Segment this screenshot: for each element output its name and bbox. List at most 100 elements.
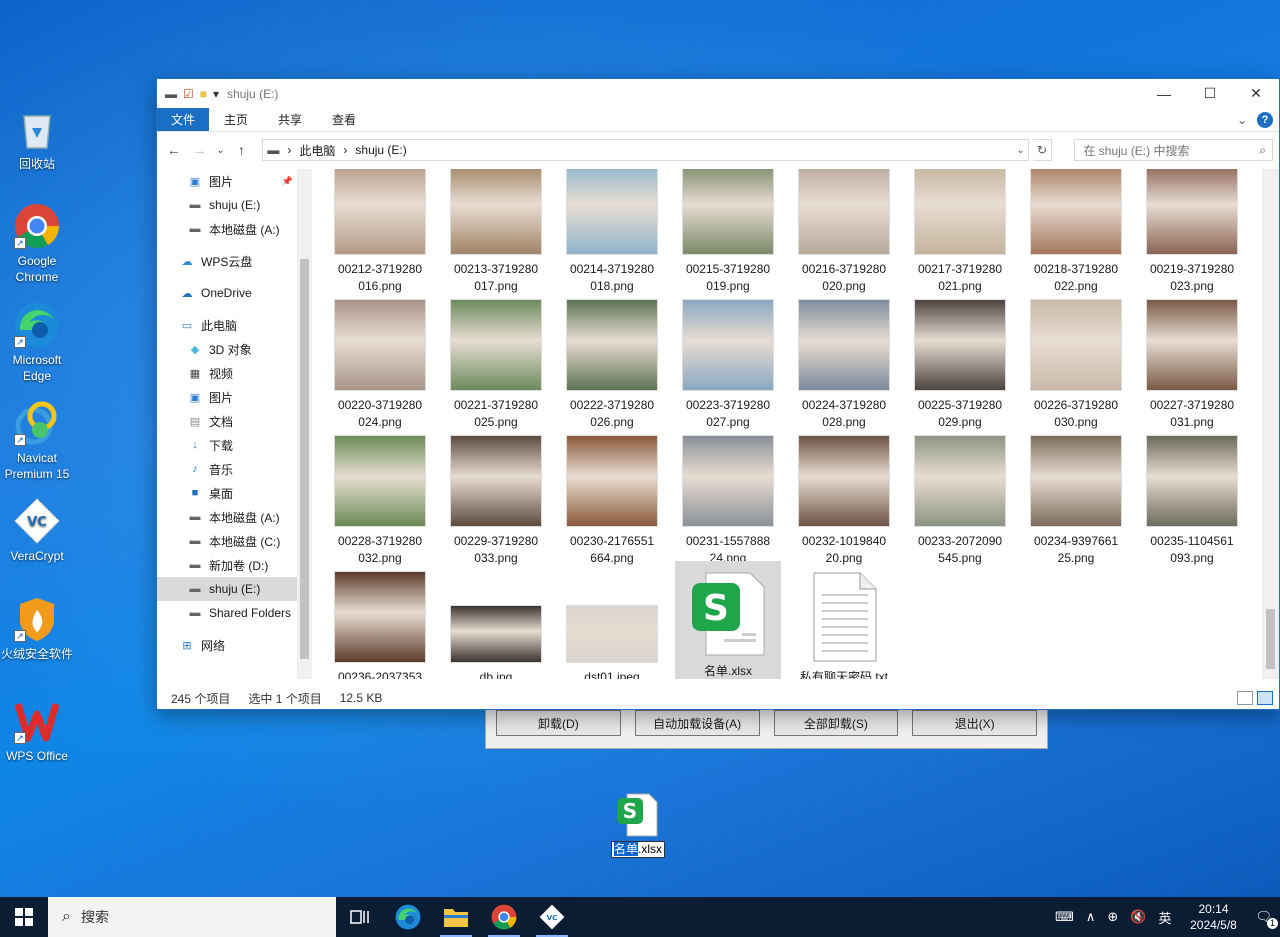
auto-mount-button[interactable]: 自动加载设备(A): [634, 710, 760, 736]
taskbar-file-explorer[interactable]: [432, 897, 480, 937]
breadcrumb-drive[interactable]: shuju (E:): [355, 143, 406, 157]
pin-icon[interactable]: 📌: [282, 176, 293, 187]
nav-item[interactable]: ▤ 文档: [157, 409, 297, 433]
file-item[interactable]: 00227-3719280 031.png: [1139, 299, 1245, 431]
task-view-button[interactable]: [336, 897, 384, 937]
file-item[interactable]: S 名单.xlsx: [675, 561, 781, 679]
file-item[interactable]: 00230-2176551 664.png: [559, 435, 665, 567]
nav-item[interactable]: ▬ 本地磁盘 (A:): [157, 505, 297, 529]
file-item[interactable]: 00212-3719280 016.png: [327, 169, 433, 295]
file-item[interactable]: 00214-3719280 018.png: [559, 169, 665, 295]
nav-item[interactable]: ▬ Shared Folders: [157, 601, 297, 625]
volume-muted-icon[interactable]: 🔇: [1130, 909, 1146, 925]
taskbar-search[interactable]: ⌕ 搜索: [48, 897, 336, 937]
nav-item[interactable]: ▬ 本地磁盘 (C:): [157, 529, 297, 553]
file-item[interactable]: 00232-1019840 20.png: [791, 435, 897, 567]
ime-indicator[interactable]: 英: [1158, 908, 1171, 927]
file-item[interactable]: 00217-3719280 021.png: [907, 169, 1013, 295]
forward-button[interactable]: →: [189, 139, 211, 161]
taskbar-edge[interactable]: [384, 897, 432, 937]
search-input[interactable]: 在 shuju (E:) 中搜索 ⌕: [1074, 139, 1273, 161]
exit-button[interactable]: 退出(X): [912, 710, 1037, 736]
back-button[interactable]: ←: [163, 139, 185, 161]
file-item[interactable]: 00213-3719280 017.png: [443, 169, 549, 295]
tab-view[interactable]: 查看: [317, 108, 371, 131]
file-item[interactable]: 00224-3719280 028.png: [791, 299, 897, 431]
desktop-icon-veracrypt[interactable]: VC VeraCrypt: [0, 498, 74, 564]
file-item[interactable]: 00215-3719280 019.png: [675, 169, 781, 295]
file-item[interactable]: 00229-3719280 033.png: [443, 435, 549, 567]
chevron-up-icon[interactable]: ∧: [1086, 909, 1096, 925]
nav-item[interactable]: ▭ 此电脑: [157, 313, 297, 337]
nav-item[interactable]: ▬ shuju (E:): [157, 577, 297, 601]
file-item[interactable]: dst01.jpeg: [559, 571, 665, 679]
file-item[interactable]: 00222-3719280 026.png: [559, 299, 665, 431]
nav-item[interactable]: ▣ 图片 📌: [157, 169, 297, 193]
file-item[interactable]: 私有聊天密码.txt: [791, 571, 897, 679]
refresh-button[interactable]: ↻: [1032, 139, 1053, 161]
tab-home[interactable]: 主页: [209, 108, 263, 131]
desktop-icon-recycle-bin[interactable]: 回收站: [0, 106, 74, 172]
chevron-down-icon[interactable]: ⌄: [1014, 145, 1028, 156]
nav-item[interactable]: ▬ 新加卷 (D:): [157, 553, 297, 577]
file-item[interactable]: 00235-1104561 093.png: [1139, 435, 1245, 567]
nav-item[interactable]: ▬ shuju (E:): [157, 193, 297, 217]
properties-icon[interactable]: ☑: [183, 87, 194, 101]
file-item[interactable]: 00226-3719280 030.png: [1023, 299, 1129, 431]
keyboard-icon[interactable]: ⌨: [1055, 909, 1074, 925]
chevron-down-icon[interactable]: ▾: [213, 87, 219, 101]
nav-item[interactable]: ■ 桌面: [157, 481, 297, 505]
nav-item[interactable]: ↓ 下载: [157, 433, 297, 457]
nav-scrollbar[interactable]: [297, 169, 312, 679]
file-rename-input[interactable]: 名单.xlsx: [610, 841, 665, 858]
content-scrollbar[interactable]: [1262, 169, 1279, 679]
start-button[interactable]: [0, 897, 48, 937]
clock[interactable]: 20:14 2024/5/8: [1183, 901, 1243, 933]
maximize-button[interactable]: ☐: [1187, 79, 1233, 108]
recent-locations-icon[interactable]: ⌄: [215, 139, 227, 161]
large-icons-view-icon[interactable]: [1257, 691, 1273, 705]
desktop-icon-chrome[interactable]: ↗ Google Chrome: [0, 203, 74, 285]
file-item[interactable]: 00234-9397661 25.png: [1023, 435, 1129, 567]
expand-ribbon-icon[interactable]: ⌄: [1237, 113, 1247, 127]
details-view-icon[interactable]: [1237, 691, 1253, 705]
nav-item[interactable]: ◆ 3D 对象: [157, 337, 297, 361]
scrollbar-thumb[interactable]: [1266, 609, 1275, 669]
file-item[interactable]: 00231-1557888 24.png: [675, 435, 781, 567]
nav-item[interactable]: ▣ 图片: [157, 385, 297, 409]
help-icon[interactable]: ?: [1257, 111, 1273, 128]
file-item[interactable]: 00219-3719280 023.png: [1139, 169, 1245, 295]
nav-item[interactable]: ♪ 音乐: [157, 457, 297, 481]
scrollbar-thumb[interactable]: [300, 259, 309, 659]
taskbar-chrome[interactable]: [480, 897, 528, 937]
file-item[interactable]: 00228-3719280 032.png: [327, 435, 433, 567]
file-item[interactable]: 00220-3719280 024.png: [327, 299, 433, 431]
desktop-icon-huorong[interactable]: ↗ 火绒安全软件: [0, 596, 74, 662]
file-item[interactable]: 00216-3719280 020.png: [791, 169, 897, 295]
tab-file[interactable]: 文件: [157, 108, 210, 131]
desktop-icon-edge[interactable]: ↗ Microsoft Edge: [0, 302, 74, 384]
nav-item[interactable]: ☁ WPS云盘: [157, 249, 297, 273]
up-button[interactable]: ↑: [231, 139, 253, 161]
close-button[interactable]: ✕: [1233, 79, 1279, 108]
desktop-icon-wps[interactable]: ↗ WPS Office: [0, 698, 74, 764]
file-item[interactable]: 00236-2037353533.png: [327, 571, 433, 679]
file-item[interactable]: 00218-3719280 022.png: [1023, 169, 1129, 295]
nav-item[interactable]: ▬ 本地磁盘 (A:): [157, 217, 297, 241]
notification-icon[interactable]: 🗨 1: [1255, 909, 1278, 929]
minimize-button[interactable]: —: [1141, 79, 1187, 108]
nav-item[interactable]: ▦ 视频: [157, 361, 297, 385]
file-item[interactable]: db.jpg: [443, 571, 549, 679]
file-item[interactable]: 00223-3719280 027.png: [675, 299, 781, 431]
address-bar[interactable]: ▬ › 此电脑 › shuju (E:) ⌄: [262, 139, 1029, 161]
nav-item[interactable]: ☁ OneDrive: [157, 281, 297, 305]
file-item[interactable]: 00233-2072090 545.png: [907, 435, 1013, 567]
network-icon[interactable]: ⊕: [1107, 909, 1118, 925]
taskbar-veracrypt[interactable]: VC: [528, 897, 576, 937]
dismount-button[interactable]: 卸载(D): [496, 710, 621, 736]
nav-item[interactable]: ⊞ 网络: [157, 633, 297, 657]
desktop-icon-navicat[interactable]: ↗ Navicat Premium 15: [0, 400, 74, 482]
new-folder-icon[interactable]: ■: [200, 87, 207, 101]
breadcrumb-this-pc[interactable]: 此电脑: [299, 142, 335, 159]
file-item[interactable]: 00225-3719280 029.png: [907, 299, 1013, 431]
